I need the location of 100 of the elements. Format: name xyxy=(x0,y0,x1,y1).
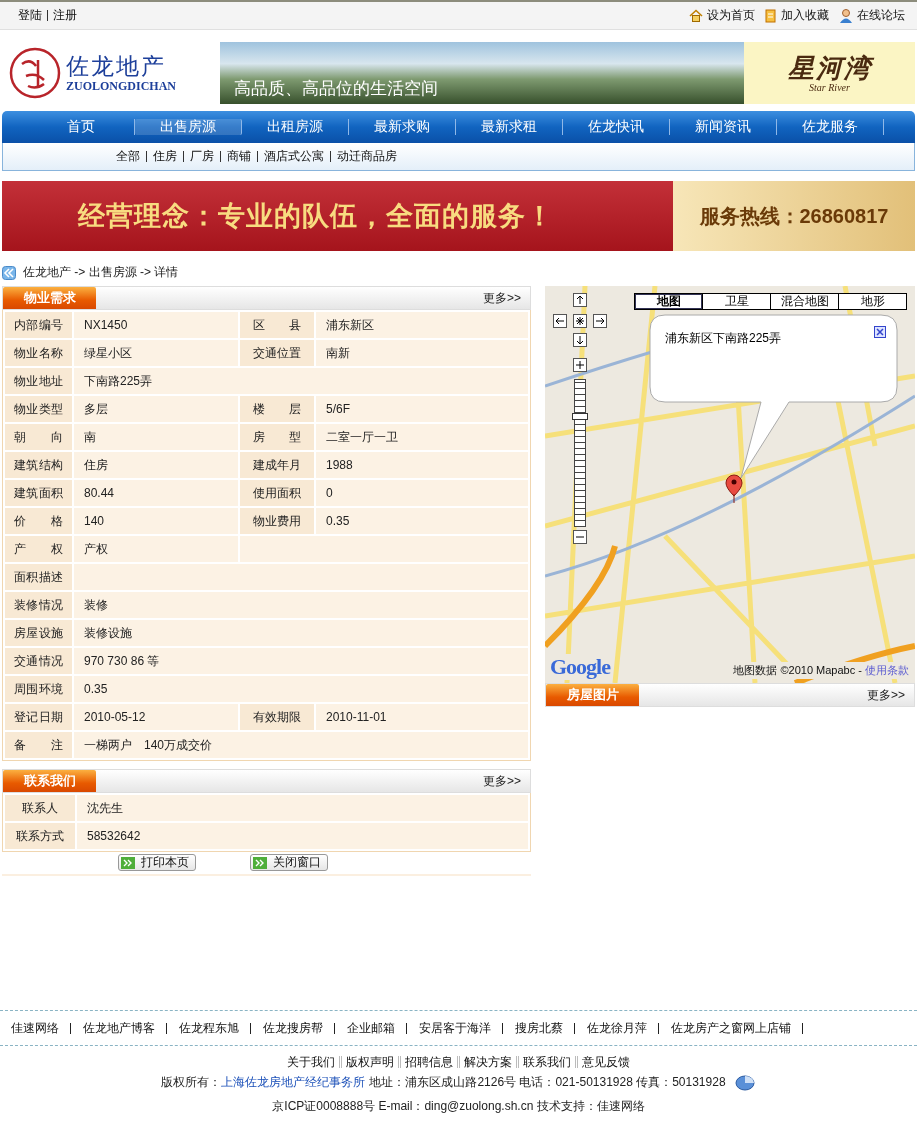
top-link[interactable]: 注册 xyxy=(47,10,77,21)
field-label: 登记日期 xyxy=(5,704,72,730)
field-label: 朝 向 xyxy=(5,424,72,450)
more-link[interactable]: 更多>> xyxy=(483,289,521,307)
action-button[interactable]: 关闭窗口 xyxy=(250,854,328,871)
top-link[interactable]: 加入收藏 xyxy=(781,7,829,24)
footer-link[interactable]: 安居客于海洋 xyxy=(419,1022,503,1034)
pan-down-button[interactable] xyxy=(573,333,587,347)
field-value: 0 xyxy=(316,480,528,506)
nav-tab[interactable]: 最新求购 xyxy=(349,119,456,135)
field-value: 浦东新区 xyxy=(316,312,528,338)
field-value: 80.44 xyxy=(74,480,238,506)
top-link[interactable]: 设为首页 xyxy=(707,7,755,24)
field-label: 面积描述 xyxy=(5,564,72,590)
pie-chart-icon xyxy=(733,1073,756,1091)
sub-nav-link[interactable]: 全部 xyxy=(110,151,146,162)
pan-center-button[interactable] xyxy=(573,314,587,328)
nav-tab[interactable]: 新闻资讯 xyxy=(670,119,777,135)
footer-link[interactable]: 佐龙地产博客 xyxy=(83,1022,167,1034)
slogan-banner: 经营理念：专业的队伍，全面的服务！ xyxy=(2,181,673,251)
field-value: 多层 xyxy=(74,396,238,422)
field-label: 装修情况 xyxy=(5,592,72,618)
map-type-tab[interactable]: 卫星 xyxy=(702,294,770,309)
sub-nav-link[interactable]: 厂房 xyxy=(183,151,220,162)
home-icon xyxy=(689,9,703,22)
terms-link[interactable]: 使用条款 xyxy=(865,664,909,676)
pan-left-button[interactable] xyxy=(553,314,567,328)
nav-tab[interactable]: 最新求租 xyxy=(456,119,563,135)
back-icon xyxy=(2,265,16,280)
footer-link[interactable]: 版权声明 xyxy=(339,1056,398,1068)
arrow-left-icon xyxy=(555,316,565,326)
field-value: 一梯两户 140万成交价 xyxy=(74,732,528,758)
zoom-out-button[interactable] xyxy=(573,530,587,544)
field-label: 建筑面积 xyxy=(5,480,72,506)
field-value: 下南路225弄 xyxy=(74,368,528,394)
double-arrow-icon xyxy=(121,856,135,869)
nav-tab[interactable]: 佐龙快讯 xyxy=(563,119,670,135)
more-link[interactable]: 更多>> xyxy=(483,772,521,790)
field-value: 970 730 86 等 xyxy=(74,648,528,674)
field-label: 交通位置 xyxy=(240,340,314,366)
crosshair-icon xyxy=(575,316,585,326)
nav-tab[interactable]: 出租房源 xyxy=(242,119,349,135)
field-value: 1988 xyxy=(316,452,528,478)
sub-nav-link[interactable]: 酒店式公寓 xyxy=(257,151,330,162)
sub-nav-link[interactable]: 商铺 xyxy=(220,151,257,162)
field-value: 沈先生 xyxy=(77,795,528,821)
action-button[interactable]: 打印本页 xyxy=(118,854,196,871)
sub-nav-link[interactable]: 动迁商品房 xyxy=(330,151,403,162)
map-type-tab[interactable]: 地形 xyxy=(838,294,906,309)
nav-tab[interactable]: 佐龙服务 xyxy=(777,119,884,135)
field-label: 有效期限 xyxy=(240,704,314,730)
top-link[interactable]: 登陆 xyxy=(18,7,42,24)
field-label: 物业类型 xyxy=(5,396,72,422)
top-link[interactable]: 在线论坛 xyxy=(857,7,905,24)
more-link[interactable]: 更多>> xyxy=(867,686,905,704)
footer-link[interactable]: 企业邮箱 xyxy=(347,1022,407,1034)
field-value: 140 xyxy=(74,508,238,534)
footer-link[interactable]: 解决方案 xyxy=(457,1056,516,1068)
logo-text: 佐龙地产 xyxy=(66,52,167,79)
field-value: 住房 xyxy=(74,452,238,478)
icp-info: 京ICP证0008888号 E-mail：ding@zuolong.sh.cn 技术支持：佳速网络 xyxy=(271,1098,646,1115)
map-type-tab[interactable]: 地图 xyxy=(635,294,702,309)
pan-up-button[interactable] xyxy=(573,293,587,307)
field-label: 建成年月 xyxy=(240,452,314,478)
footer-link[interactable]: 招聘信息 xyxy=(398,1056,457,1068)
field-value: 二室一厅一卫 xyxy=(316,424,528,450)
footer-link[interactable]: 佐龙程东旭 xyxy=(179,1022,251,1034)
nav-tab[interactable]: 出售房源 xyxy=(135,119,242,135)
banner-caption: 高品质、高品位的生活空间 xyxy=(234,78,438,100)
field-label: 产 权 xyxy=(5,536,72,562)
footer-link[interactable]: 佐龙徐月萍 xyxy=(587,1022,659,1034)
close-icon[interactable] xyxy=(874,326,886,338)
footer-link[interactable]: 搜房北蔡 xyxy=(515,1022,575,1034)
field-label: 联系方式 xyxy=(5,823,75,849)
company-link[interactable]: 上海佐龙房地产经纪事务所 xyxy=(221,1073,366,1091)
footer-link[interactable]: 联系我们 xyxy=(516,1056,575,1068)
field-value: 5/6F xyxy=(316,396,528,422)
double-arrow-icon xyxy=(253,856,267,869)
field-label: 房屋设施 xyxy=(5,620,72,646)
nav-tab[interactable]: 首页 xyxy=(28,119,135,135)
map-pin-icon xyxy=(725,474,743,504)
footer-link[interactable]: 佐龙房产之窗网上店铺 xyxy=(671,1022,803,1034)
sub-nav-link[interactable]: 住房 xyxy=(146,151,183,162)
field-value: 0.35 xyxy=(316,508,528,534)
pan-right-button[interactable] xyxy=(593,314,607,328)
footer-link[interactable]: 佳速网络 xyxy=(11,1022,71,1034)
arrow-down-icon xyxy=(575,335,585,345)
zoom-slider-thumb[interactable] xyxy=(572,413,588,421)
map-type-tab[interactable]: 混合地图 xyxy=(770,294,838,309)
footer-link[interactable]: 意见反馈 xyxy=(575,1056,634,1068)
zoom-slider-track[interactable] xyxy=(574,379,586,527)
field-value: 2010-11-01 xyxy=(316,704,528,730)
person-icon xyxy=(839,8,853,23)
field-label: 物业地址 xyxy=(5,368,72,394)
footer-link[interactable]: 关于我们 xyxy=(283,1056,339,1068)
contact-info: 地址：浦东区成山路2126号 电话：021-50131928 传真：50131928 xyxy=(369,1073,726,1091)
field-value: 装修设施 xyxy=(74,620,528,646)
footer-link[interactable]: 佐龙搜房帮 xyxy=(263,1022,335,1034)
zoom-in-button[interactable] xyxy=(573,358,587,372)
field-value: NX1450 xyxy=(74,312,238,338)
